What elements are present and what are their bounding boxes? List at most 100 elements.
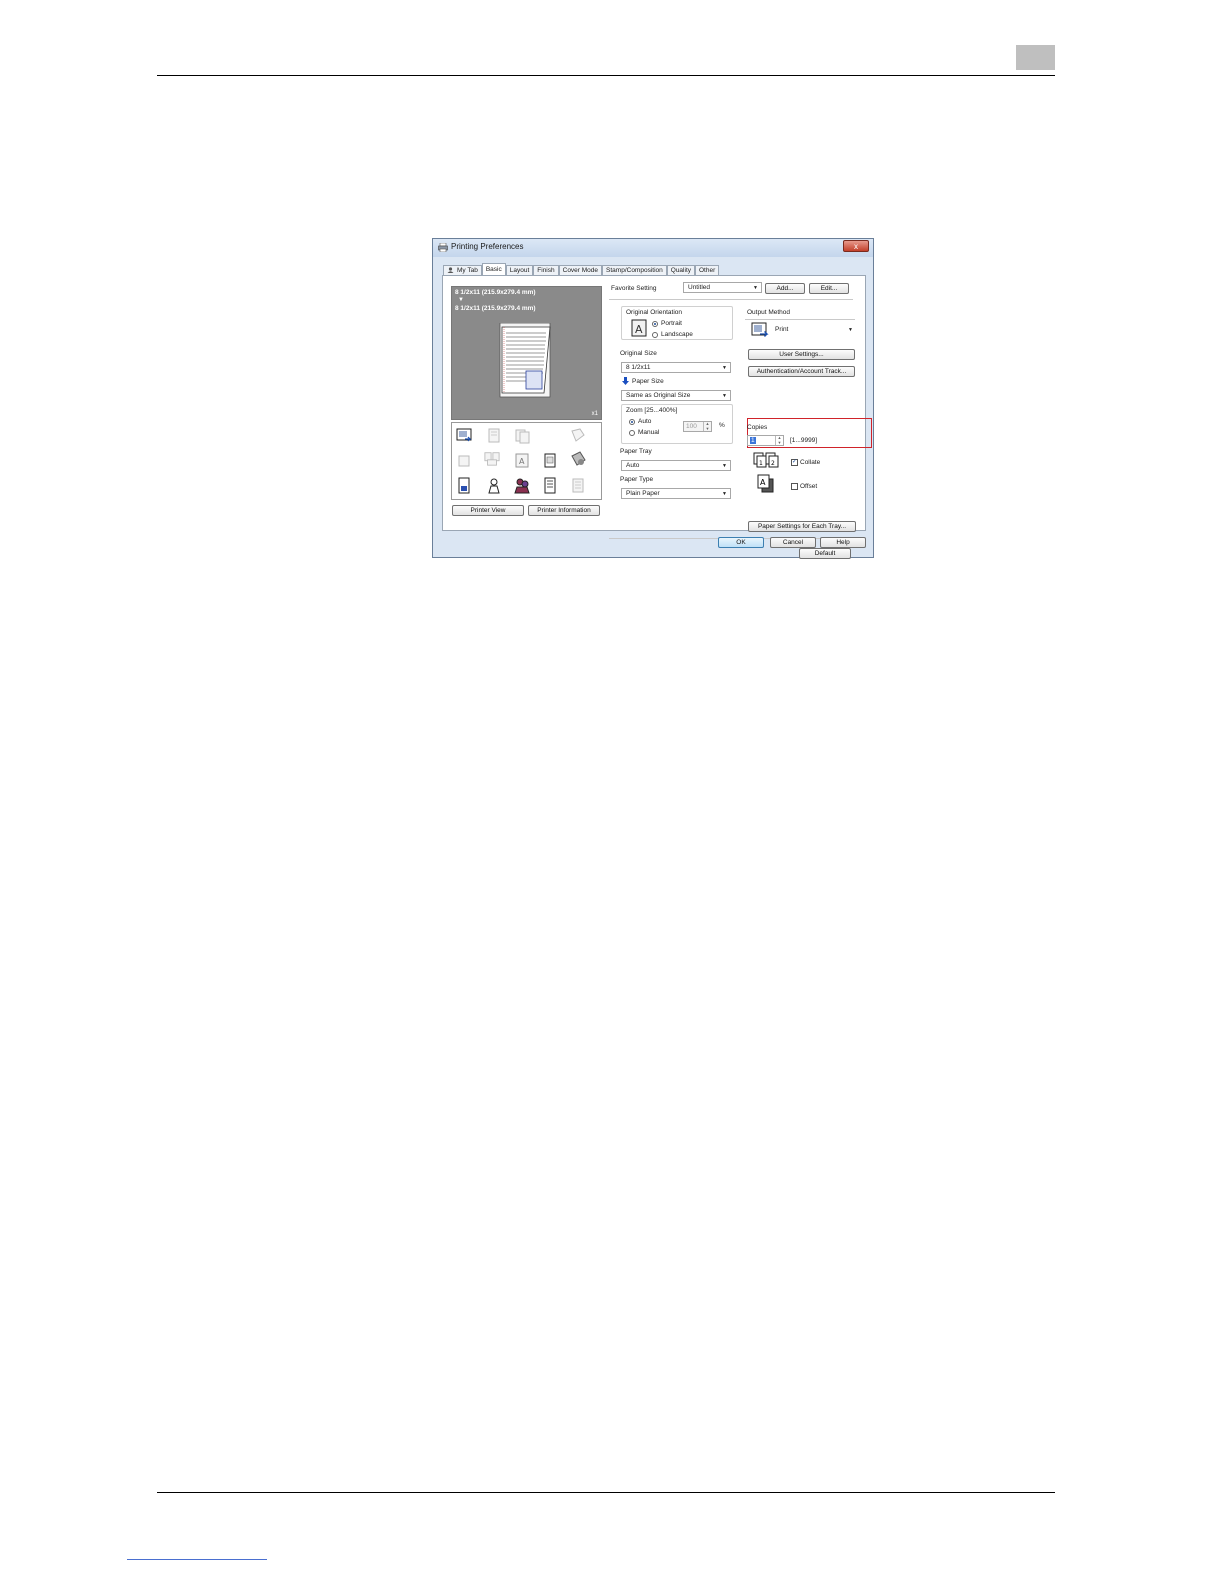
original-orientation-label: Original Orientation (626, 309, 682, 316)
original-size-value: 8 1/2x11 (626, 364, 651, 371)
duplex-icon[interactable] (484, 450, 500, 467)
collate-checkbox[interactable]: ✓ (791, 459, 798, 466)
account-track-icon[interactable] (514, 477, 530, 494)
original-direction-icon[interactable]: A (514, 452, 530, 469)
printer-information-button[interactable]: Printer Information (528, 505, 600, 516)
header-rule (157, 75, 1055, 76)
paper-tray-value: Auto (626, 462, 640, 469)
printer-view-button[interactable]: Printer View (452, 505, 524, 516)
portrait-page-icon: A (631, 319, 647, 337)
title-bar[interactable]: Printing Preferences x (433, 239, 873, 257)
cancel-button[interactable]: Cancel (770, 537, 816, 548)
user-auth-icon[interactable] (486, 477, 502, 494)
collate-icon: 1 2 (753, 452, 779, 468)
zoom-auto-radio[interactable] (629, 419, 635, 425)
printing-preferences-dialog: Printing Preferences x My Tab Basic Layo… (432, 238, 874, 559)
ok-button[interactable]: OK (718, 537, 764, 548)
tab-label: My Tab (457, 267, 478, 274)
zoom-auto-label: Auto (638, 418, 652, 425)
tab-bar: My Tab Basic Layout Finish Cover Mode St… (443, 263, 720, 276)
zoom-label: Zoom [25...400%] (626, 407, 678, 414)
zoom-value: 100 (686, 423, 697, 430)
zoom-value-stepper[interactable]: 100 ▲ ▼ (683, 421, 712, 432)
paper-size-select[interactable]: Same as Original Size ▼ (621, 390, 731, 401)
user-box-icon[interactable] (456, 477, 472, 494)
preview-copy-count: x1 (591, 411, 598, 417)
chevron-down-icon: ▼ (753, 285, 758, 291)
punch-icon[interactable] (514, 427, 530, 444)
down-arrow-icon (622, 377, 629, 385)
authentication-account-track-button[interactable]: Authentication/Account Track... (748, 366, 855, 377)
overlay-icon[interactable] (570, 477, 586, 494)
fold-icon[interactable] (570, 427, 586, 444)
portrait-radio[interactable] (652, 321, 658, 327)
staple-icon[interactable] (486, 427, 502, 444)
separator (609, 299, 853, 300)
close-button[interactable]: x (843, 240, 869, 252)
paper-size-icon[interactable] (542, 452, 558, 469)
default-button[interactable]: Default (799, 548, 851, 559)
print-preview: 8 1/2x11 (215.9x279.4 mm) ▼ 8 1/2x11 (21… (451, 286, 602, 420)
favorite-setting-value: Untitled (688, 284, 711, 291)
favorite-setting-select[interactable]: Untitled ▼ (683, 282, 762, 293)
preview-arrow: ▼ (458, 297, 464, 303)
paper-type-value: Plain Paper (626, 490, 660, 497)
add-favorite-button[interactable]: Add... (765, 283, 805, 294)
zoom-manual-label: Manual (638, 429, 660, 436)
zoom-unit: % (719, 422, 725, 429)
finisher-icon[interactable] (570, 450, 586, 467)
svg-text:2: 2 (771, 460, 775, 467)
edit-favorite-button[interactable]: Edit... (809, 283, 849, 294)
print-output-icon (751, 322, 769, 337)
spin-arrows-icon[interactable]: ▲ ▼ (703, 421, 711, 431)
favorite-setting-label: Favorite Setting (611, 285, 657, 292)
page-preview-image (499, 323, 551, 398)
offset-icon: A (757, 474, 774, 493)
combination-icon[interactable] (456, 452, 472, 469)
collate-label: Collate (800, 459, 821, 466)
copies-stepper[interactable]: 1 ▲ ▼ (747, 435, 784, 446)
copies-label: Copies (747, 424, 768, 431)
original-size-select[interactable]: 8 1/2x11 ▼ (621, 362, 731, 373)
original-size-label: Original Size (620, 350, 657, 357)
function-icon-grid: A (451, 422, 602, 500)
user-icon (447, 267, 454, 273)
output-method-label: Output Method (747, 309, 790, 316)
svg-text:1: 1 (759, 460, 763, 467)
separator (745, 319, 855, 320)
paper-size-label: Paper Size (632, 378, 664, 385)
output-method-select[interactable]: Print ▼ (748, 321, 856, 339)
landscape-radio[interactable] (652, 332, 658, 338)
layout-page-icon[interactable] (542, 477, 558, 494)
output-method-value: Print (775, 326, 789, 333)
preview-original-size: 8 1/2x11 (215.9x279.4 mm) (455, 289, 536, 296)
dialog-title: Printing Preferences (451, 242, 524, 251)
landscape-label: Landscape (661, 331, 693, 338)
chapter-number-box (1016, 45, 1055, 70)
spin-arrows-icon[interactable]: ▲ ▼ (775, 435, 783, 445)
user-settings-button[interactable]: User Settings... (748, 349, 855, 360)
paper-tray-select[interactable]: Auto ▼ (621, 460, 731, 471)
offset-checkbox[interactable] (791, 483, 798, 490)
chevron-down-icon: ▼ (722, 365, 727, 371)
paper-type-select[interactable]: Plain Paper ▼ (621, 488, 731, 499)
chevron-down-icon: ▼ (722, 463, 727, 469)
footer-link-underline (127, 1559, 267, 1560)
printer-icon (438, 243, 448, 252)
offset-label: Offset (800, 483, 818, 490)
footer-rule (157, 1492, 1055, 1493)
paper-settings-each-tray-button[interactable]: Paper Settings for Each Tray... (748, 521, 856, 532)
preview-paper-size: 8 1/2x11 (215.9x279.4 mm) (455, 305, 536, 312)
svg-text:A: A (760, 478, 766, 487)
chevron-down-icon: ▼ (722, 491, 727, 497)
output-print-icon[interactable] (456, 427, 472, 444)
svg-text:A: A (635, 323, 643, 336)
paper-type-label: Paper Type (620, 476, 654, 483)
zoom-manual-radio[interactable] (629, 430, 635, 436)
chevron-down-icon: ▼ (848, 327, 853, 333)
copies-range: [1...9999] (790, 437, 818, 444)
paper-tray-label: Paper Tray (620, 448, 652, 455)
copies-value: 1 (750, 437, 756, 444)
portrait-label: Portrait (661, 320, 682, 327)
help-button[interactable]: Help (820, 537, 866, 548)
